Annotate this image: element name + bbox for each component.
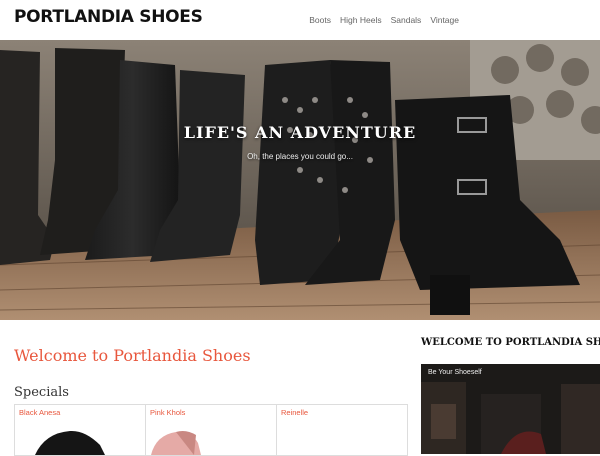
hero-photo <box>0 40 600 320</box>
specials-heading: Specials <box>14 385 69 400</box>
hero-title: LIFE'S AN ADVENTURE <box>183 123 417 142</box>
specials-grid: Black Anesa Pink Khols Reinelle <box>14 404 408 456</box>
welcome-heading: Welcome to Portlandia Shoes <box>14 346 251 365</box>
hero-subtitle: Oh, the places you could go... <box>247 152 353 161</box>
special-card-pink-khols[interactable]: Pink Khols <box>146 405 277 455</box>
nav-link-sandals[interactable]: Sandals <box>391 15 422 25</box>
special-card-black-anesa[interactable]: Black Anesa <box>15 405 146 455</box>
nav-link-vintage[interactable]: Vintage <box>430 15 459 25</box>
video-thumbnail <box>421 364 600 454</box>
sidebar-title: WELCOME TO PORTLANDIA SHOES <box>421 337 600 348</box>
main-nav: Boots High Heels Sandals Vintage <box>309 0 600 40</box>
site-header: PORTLANDIA SHOES Boots High Heels Sandal… <box>0 0 600 40</box>
nav-link-high-heels[interactable]: High Heels <box>340 15 382 25</box>
product-image <box>151 431 201 455</box>
hero-banner: LIFE'S AN ADVENTURE Oh, the places you c… <box>0 40 600 320</box>
special-card-reinelle[interactable]: Reinelle <box>277 405 407 455</box>
special-card-label[interactable]: Reinelle <box>281 408 308 417</box>
video-title: Be Your Shoeself <box>428 369 482 376</box>
nav-link-boots[interactable]: Boots <box>309 15 331 25</box>
site-logo[interactable]: PORTLANDIA SHOES <box>14 7 203 27</box>
video-player[interactable]: Be Your Shoeself <box>421 364 600 454</box>
product-image <box>35 430 105 455</box>
